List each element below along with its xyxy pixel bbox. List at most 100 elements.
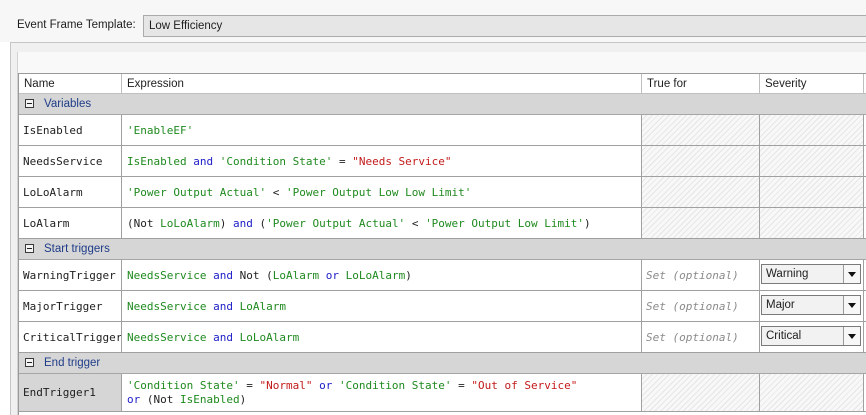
row-severity: Warning <box>760 260 864 291</box>
expr-token: or <box>325 268 339 282</box>
row-true-for <box>642 177 760 208</box>
expr-token: 'Condition State' <box>127 378 240 392</box>
severity-dropdown[interactable]: Major <box>761 295 861 315</box>
expr-token: = <box>338 154 346 168</box>
row-expression[interactable]: NeedsService and Not (LoAlarm or LoLoAla… <box>122 260 642 291</box>
expr-token: IsEnabled <box>180 392 240 406</box>
table-row[interactable]: MajorTrigger NeedsService and LoAlarm Se… <box>19 291 866 322</box>
row-name[interactable]: IsEnabled <box>19 115 122 146</box>
expr-token: 'Condition State' <box>338 378 452 392</box>
table-row[interactable]: LoAlarm (Not LoLoAlarm) and ('Power Outp… <box>19 208 866 239</box>
column-header-true-for[interactable]: True for <box>642 74 760 94</box>
table-row[interactable]: LoLoAlarm 'Power Output Actual' < 'Power… <box>19 177 866 208</box>
row-name[interactable]: CriticalTrigger <box>19 322 122 353</box>
expr-token: 'Power Output Actual' <box>266 216 406 230</box>
expr-token: or <box>127 392 141 406</box>
expr-token: and <box>213 299 233 313</box>
row-expression[interactable]: IsEnabled and 'Condition State' = "Needs… <box>122 146 642 177</box>
row-expression[interactable]: 'Power Output Actual' < 'Power Output Lo… <box>122 177 642 208</box>
severity-value: Major <box>766 299 795 311</box>
template-label: Event Frame Template: <box>17 19 136 31</box>
expr-token: 'Power Output Low Limit' <box>425 216 585 230</box>
expr-token: ) <box>219 216 227 230</box>
row-name[interactable]: MajorTrigger <box>19 291 122 322</box>
chevron-down-icon[interactable] <box>843 327 860 345</box>
expr-token: 'EnableEF' <box>127 123 194 137</box>
group-end-trigger[interactable]: End trigger <box>19 353 866 374</box>
row-severity <box>760 146 864 177</box>
group-start-triggers[interactable]: Start triggers <box>19 239 866 260</box>
row-severity: Critical <box>760 322 864 353</box>
row-severity <box>760 208 864 239</box>
expr-token: ) <box>405 268 412 282</box>
collapse-icon[interactable] <box>25 358 34 367</box>
chevron-down-icon[interactable] <box>843 265 860 283</box>
expr-token: NeedsService <box>127 299 207 313</box>
row-severity <box>760 115 864 146</box>
row-severity <box>760 177 864 208</box>
expr-token: 'Power Output Low Low Limit' <box>285 185 472 199</box>
true-for-placeholder: Set (optional) <box>646 268 739 282</box>
row-name[interactable]: LoLoAlarm <box>19 177 122 208</box>
row-severity: Major <box>760 291 864 322</box>
expr-token: 'Power Output Actual' <box>127 185 267 199</box>
expr-token: = <box>246 378 253 392</box>
severity-dropdown[interactable]: Warning <box>761 264 861 284</box>
column-header-name[interactable]: Name <box>19 74 122 94</box>
expr-token: Not <box>239 268 260 282</box>
row-true-for <box>642 115 760 146</box>
expr-token: ( <box>127 216 134 230</box>
expr-token: ( <box>146 392 154 406</box>
group-label: Start triggers <box>44 243 110 255</box>
column-header-expression[interactable]: Expression <box>122 74 642 94</box>
row-expression[interactable]: 'EnableEF' <box>122 115 642 146</box>
expr-token: and <box>213 268 233 282</box>
group-label: End trigger <box>44 357 101 369</box>
true-for-placeholder: Set (optional) <box>646 330 739 344</box>
expr-token: ( <box>266 268 273 282</box>
row-name[interactable]: NeedsService <box>19 146 122 177</box>
expr-token: < <box>411 216 419 230</box>
table-row[interactable]: NeedsService IsEnabled and 'Condition St… <box>19 146 866 177</box>
row-name[interactable]: LoAlarm <box>19 208 122 239</box>
expr-token: ) <box>239 392 247 406</box>
expr-token: ) <box>584 216 591 230</box>
row-true-for[interactable]: Set (optional) <box>642 322 760 353</box>
table-row[interactable]: IsEnabled 'EnableEF' <box>19 115 866 146</box>
severity-dropdown[interactable]: Critical <box>761 326 861 346</box>
table-row[interactable]: EndTrigger1 'Condition State' = "Normal"… <box>19 374 866 412</box>
group-variables[interactable]: Variables <box>19 94 866 115</box>
table-row[interactable]: CriticalTrigger NeedsService and LoLoAla… <box>19 322 866 353</box>
expr-token: and <box>232 216 253 230</box>
row-true-for <box>642 374 760 412</box>
expr-token: 'Condition State' <box>219 154 333 168</box>
row-name[interactable]: EndTrigger1 <box>19 374 122 412</box>
row-true-for[interactable]: Set (optional) <box>642 291 760 322</box>
collapse-icon[interactable] <box>25 244 34 253</box>
expr-token: NeedsService <box>127 268 207 282</box>
expr-token: IsEnabled <box>127 154 187 168</box>
expr-token: "Needs Service" <box>352 154 452 168</box>
table-row[interactable]: WarningTrigger NeedsService and Not (LoA… <box>19 260 866 291</box>
row-true-for[interactable]: Set (optional) <box>642 260 760 291</box>
row-true-for <box>642 208 760 239</box>
expr-token: LoLoAlarm <box>239 330 300 344</box>
row-expression[interactable]: 'Condition State' = "Normal" or 'Conditi… <box>122 374 642 412</box>
expr-token: < <box>272 185 280 199</box>
expr-token: Not <box>133 216 154 230</box>
row-severity <box>760 374 864 412</box>
template-bar: Event Frame Template: Low Efficiency <box>0 0 866 42</box>
row-expression[interactable]: NeedsService and LoLoAlarm <box>122 322 642 353</box>
group-label: Variables <box>44 98 92 110</box>
template-field[interactable]: Low Efficiency <box>143 15 866 37</box>
expr-token: LoLoAlarm <box>160 216 220 230</box>
row-expression[interactable]: (Not LoLoAlarm) and ('Power Output Actua… <box>122 208 642 239</box>
row-name[interactable]: WarningTrigger <box>19 260 122 291</box>
row-expression[interactable]: NeedsService and LoAlarm <box>122 291 642 322</box>
column-header-severity[interactable]: Severity <box>760 74 864 94</box>
row-true-for <box>642 146 760 177</box>
chevron-down-icon[interactable] <box>843 296 860 314</box>
expr-token: LoAlarm <box>239 299 286 313</box>
collapse-icon[interactable] <box>25 99 34 108</box>
expr-token: or <box>319 378 333 392</box>
